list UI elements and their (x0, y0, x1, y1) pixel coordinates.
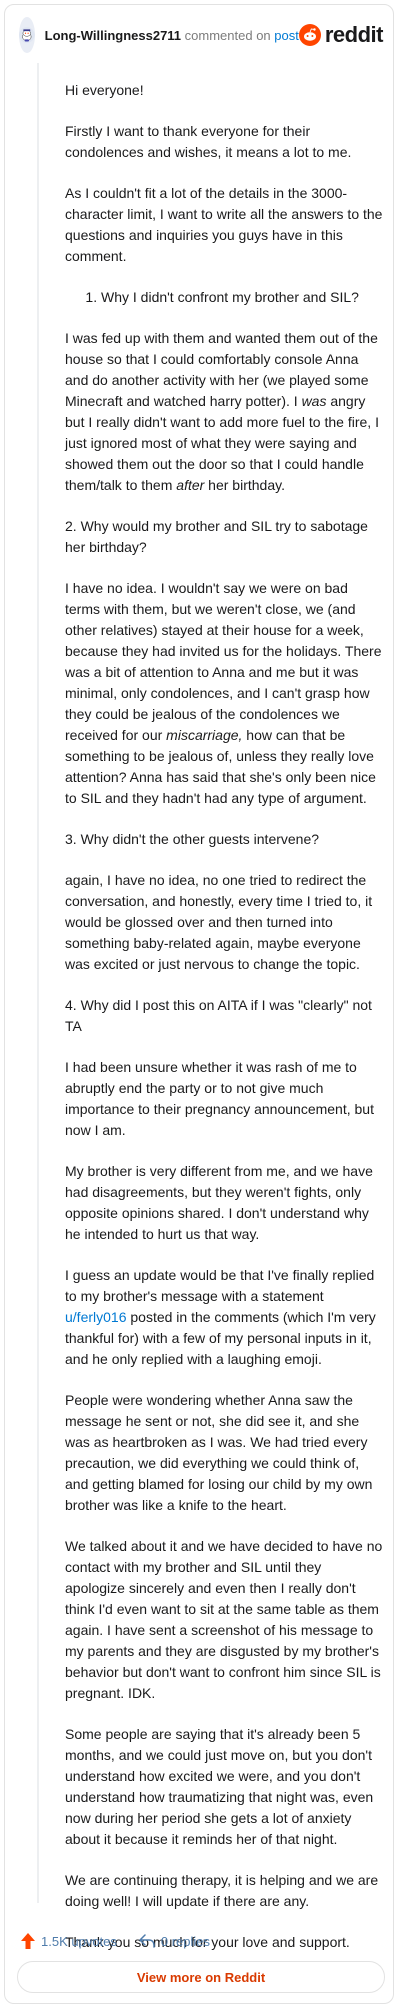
emphasis-text: miscarriage, (166, 727, 243, 743)
question-1: Why I didn't confront my brother and SIL… (101, 287, 383, 308)
upvote-arrow-icon (21, 1933, 35, 1949)
reddit-wordmark: reddit (324, 22, 384, 47)
paragraph: I guess an update would be that I've fin… (65, 1265, 383, 1370)
post-link[interactable]: post (274, 28, 299, 43)
commented-on-text: commented on (184, 27, 271, 43)
reply-arrow-icon (139, 1934, 155, 1948)
paragraph: Some people are saying that it's already… (65, 1726, 374, 1847)
thread-line[interactable] (37, 63, 39, 1903)
reddit-logo[interactable]: reddit (298, 22, 384, 48)
question-3: 3. Why didn't the other guests intervene… (65, 831, 320, 847)
paragraph: I was fed up with them and wanted them o… (65, 328, 383, 496)
avatar[interactable] (19, 17, 35, 53)
comment-header: Long-Willingness2711 commented on post r… (19, 15, 384, 55)
paragraph: Firstly I want to thank everyone for the… (65, 123, 352, 160)
reddit-logo-icon (298, 24, 321, 46)
paragraph: Hi everyone! (65, 82, 144, 98)
paragraph: As I couldn't fit a lot of the details i… (65, 185, 383, 264)
comment-body: Hi everyone! Firstly I want to thank eve… (65, 80, 383, 1973)
paragraph: We are continuing therapy, it is helping… (65, 1872, 379, 1909)
upvote-button[interactable]: 1.5K upvotes (21, 1933, 117, 1949)
emphasis-text: was (301, 393, 327, 409)
username[interactable]: Long-Willingness2711 (45, 28, 181, 43)
paragraph: People were wondering whether Anna saw t… (65, 1392, 373, 1513)
user-link[interactable]: u/ferly016 (65, 1309, 126, 1325)
upvote-count: 1.5K upvotes (41, 1933, 117, 1949)
paragraph: My brother is very different from me, an… (65, 1163, 373, 1242)
paragraph: We talked about it and we have decided t… (65, 1538, 383, 1701)
question-4: 4. Why did I post this on AITA if I was … (65, 997, 372, 1034)
question-list: Why I didn't confront my brother and SIL… (65, 287, 383, 308)
view-more-button[interactable]: View more on Reddit (17, 1961, 385, 1993)
text-run: her birthday. (204, 477, 285, 493)
snoo-avatar-icon (19, 27, 35, 43)
comment-card: Long-Willingness2711 commented on post r… (4, 4, 394, 2004)
emphasis-text: after (176, 477, 205, 493)
text-run: I guess an update would be that I've fin… (65, 1267, 375, 1304)
comment-meta: Long-Willingness2711 commented on post (45, 28, 299, 43)
reply-button[interactable]: 0 replies (139, 1934, 210, 1949)
question-2: 2. Why would my brother and SIL try to s… (65, 518, 368, 555)
paragraph: again, I have no idea, no one tried to r… (65, 872, 373, 972)
paragraph: I had been unsure whether it was rash of… (65, 1059, 374, 1138)
paragraph: I have no idea. I wouldn't say we were o… (65, 578, 383, 809)
reply-count: 0 replies (160, 1933, 211, 1949)
text-run: I have no idea. I wouldn't say we were o… (65, 580, 382, 743)
comment-actions: 1.5K upvotes 0 replies (21, 1933, 232, 1949)
